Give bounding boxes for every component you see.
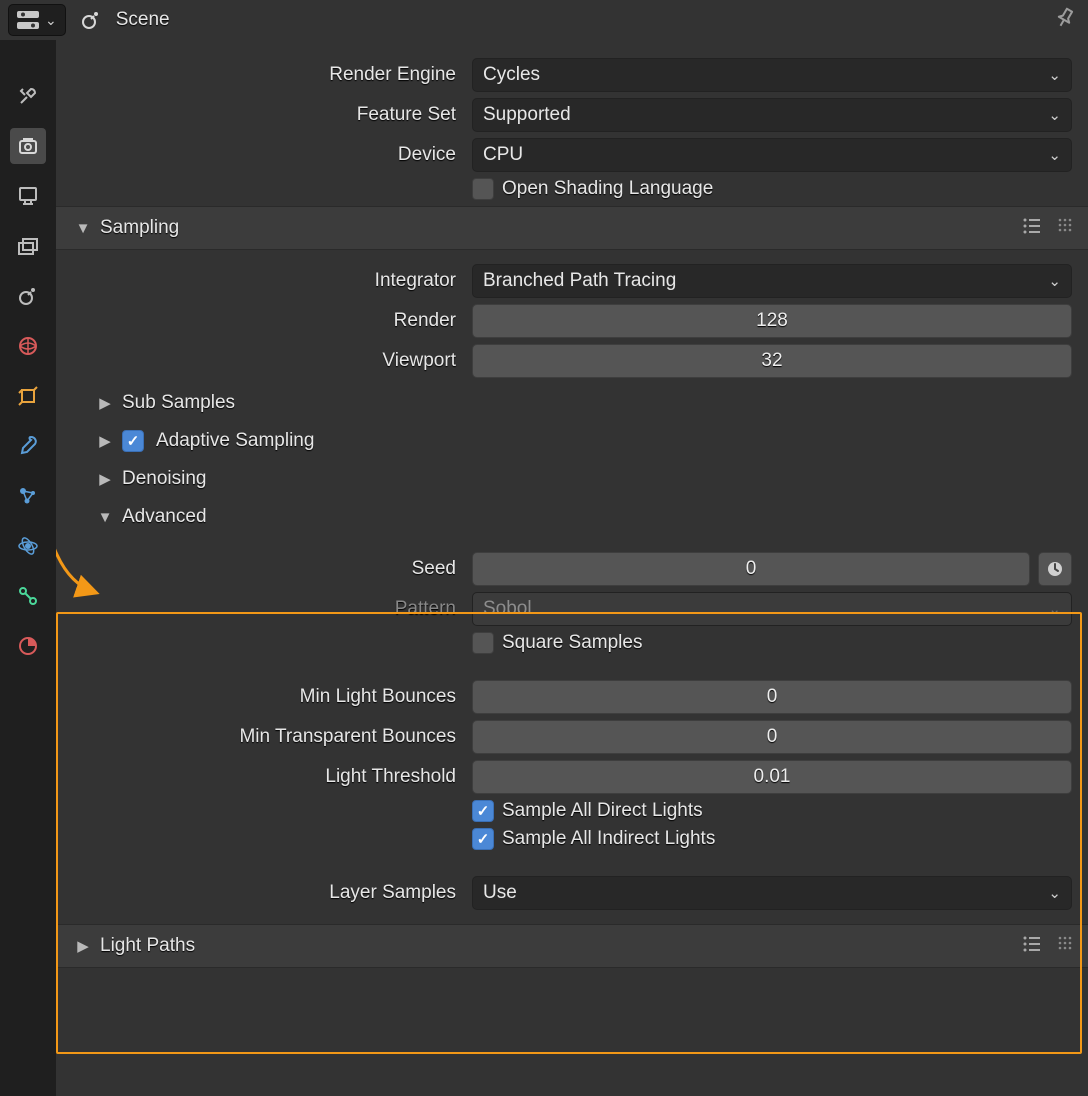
- chevron-down-icon: ⌄: [45, 12, 57, 29]
- context-breadcrumb: Scene: [116, 9, 170, 31]
- drag-handle-icon[interactable]: [1058, 216, 1072, 241]
- light-paths-panel-header[interactable]: ▶ Light Paths: [56, 924, 1088, 968]
- device-label: Device: [68, 144, 472, 166]
- tab-object[interactable]: [10, 378, 46, 414]
- tab-scene[interactable]: [10, 278, 46, 314]
- osl-checkbox[interactable]: [472, 178, 494, 200]
- chevron-down-icon: ⌄: [1048, 66, 1061, 84]
- render-samples-label: Render: [68, 310, 472, 332]
- viewport-samples-field[interactable]: 32: [472, 344, 1072, 378]
- sub-samples-title: Sub Samples: [122, 392, 235, 414]
- sub-samples-header[interactable]: ▶ Sub Samples: [96, 384, 1076, 422]
- denoising-title: Denoising: [122, 468, 207, 490]
- properties-content: Render Engine Cycles⌄ Feature Set Suppor…: [56, 40, 1088, 1096]
- light-paths-title: Light Paths: [100, 935, 195, 957]
- render-engine-label: Render Engine: [68, 64, 472, 86]
- layer-samples-label: Layer Samples: [68, 882, 472, 904]
- advanced-title: Advanced: [122, 506, 207, 528]
- min-light-bounces-label: Min Light Bounces: [68, 686, 472, 708]
- chevron-down-icon: ⌄: [1048, 106, 1061, 124]
- chevron-down-icon: ⌄: [1048, 600, 1061, 618]
- editor-type-selector[interactable]: ⌄: [8, 4, 66, 36]
- preset-list-icon[interactable]: [1022, 216, 1042, 241]
- viewport-samples-label: Viewport: [68, 350, 472, 372]
- denoising-header[interactable]: ▶ Denoising: [96, 460, 1076, 498]
- light-threshold-label: Light Threshold: [68, 766, 472, 788]
- chevron-down-icon: ⌄: [1048, 146, 1061, 164]
- feature-set-select[interactable]: Supported⌄: [472, 98, 1072, 132]
- min-transparent-bounces-label: Min Transparent Bounces: [68, 726, 472, 748]
- tab-particles[interactable]: [10, 478, 46, 514]
- adaptive-sampling-checkbox[interactable]: [122, 430, 144, 452]
- tab-world[interactable]: [10, 328, 46, 364]
- tab-tool[interactable]: [10, 78, 46, 114]
- disclosure-triangle-icon: ▼: [74, 220, 92, 237]
- seed-field[interactable]: 0: [472, 552, 1030, 586]
- drag-handle-icon[interactable]: [1058, 934, 1072, 959]
- pin-icon[interactable]: [1050, 3, 1080, 38]
- sample-all-direct-label: Sample All Direct Lights: [502, 800, 703, 822]
- preset-list-icon[interactable]: [1022, 934, 1042, 959]
- light-threshold-field[interactable]: 0.01: [472, 760, 1072, 794]
- min-light-bounces-field[interactable]: 0: [472, 680, 1072, 714]
- pattern-select: Sobol⌄: [472, 592, 1072, 626]
- adaptive-sampling-header[interactable]: ▶ Adaptive Sampling: [96, 422, 1076, 460]
- osl-label: Open Shading Language: [502, 178, 713, 200]
- feature-set-label: Feature Set: [68, 104, 472, 126]
- disclosure-triangle-icon: ▶: [96, 432, 114, 450]
- sample-all-direct-checkbox[interactable]: [472, 800, 494, 822]
- sampling-panel-header[interactable]: ▼ Sampling: [56, 206, 1088, 250]
- advanced-header[interactable]: ▼ Advanced: [96, 498, 1076, 536]
- integrator-label: Integrator: [68, 270, 472, 292]
- render-samples-field[interactable]: 128: [472, 304, 1072, 338]
- disclosure-triangle-icon: ▶: [96, 394, 114, 412]
- min-transparent-bounces-field[interactable]: 0: [472, 720, 1072, 754]
- properties-icon: [17, 11, 39, 29]
- seed-label: Seed: [68, 558, 472, 580]
- pattern-label: Pattern: [68, 598, 472, 620]
- chevron-down-icon: ⌄: [1048, 272, 1061, 290]
- tab-material[interactable]: [10, 628, 46, 664]
- property-tabs-sidebar: [0, 40, 56, 1096]
- chevron-down-icon: ⌄: [1048, 884, 1061, 902]
- tab-physics[interactable]: [10, 528, 46, 564]
- sample-all-indirect-label: Sample All Indirect Lights: [502, 828, 715, 850]
- sample-all-indirect-checkbox[interactable]: [472, 828, 494, 850]
- seed-clock-button[interactable]: [1038, 552, 1072, 586]
- disclosure-triangle-icon: ▶: [96, 470, 114, 488]
- tab-view-layers[interactable]: [10, 228, 46, 264]
- tab-modifiers[interactable]: [10, 428, 46, 464]
- tab-render[interactable]: [10, 128, 46, 164]
- square-samples-checkbox[interactable]: [472, 632, 494, 654]
- render-engine-select[interactable]: Cycles⌄: [472, 58, 1072, 92]
- adaptive-sampling-title: Adaptive Sampling: [156, 430, 314, 452]
- tab-constraints[interactable]: [10, 578, 46, 614]
- disclosure-triangle-icon: ▼: [96, 509, 114, 526]
- device-select[interactable]: CPU⌄: [472, 138, 1072, 172]
- disclosure-triangle-icon: ▶: [74, 937, 92, 955]
- layer-samples-select[interactable]: Use⌄: [472, 876, 1072, 910]
- sampling-title: Sampling: [100, 217, 179, 239]
- scene-icon: [80, 9, 102, 31]
- tab-output[interactable]: [10, 178, 46, 214]
- integrator-select[interactable]: Branched Path Tracing⌄: [472, 264, 1072, 298]
- square-samples-label: Square Samples: [502, 632, 642, 654]
